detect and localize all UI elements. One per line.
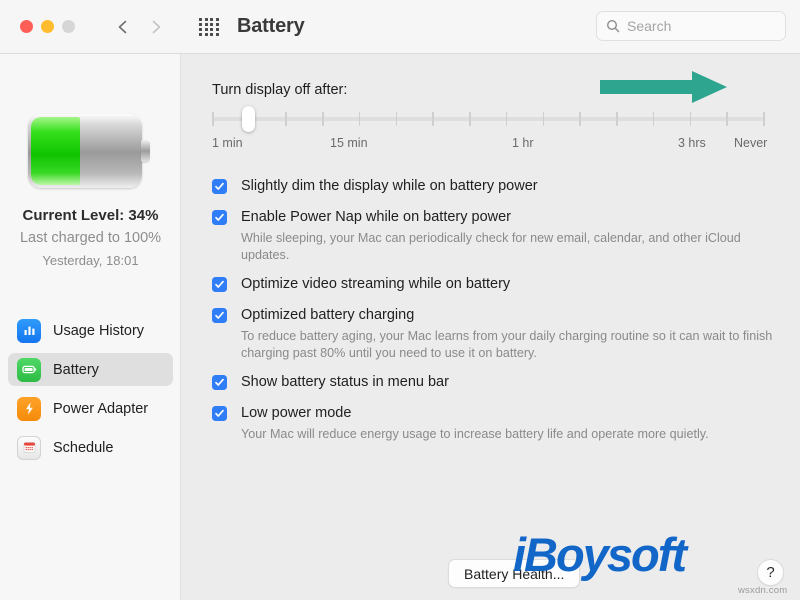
sidebar: Current Level: 34% Last charged to 100% … (0, 54, 181, 600)
display-sleep-slider[interactable] (212, 106, 765, 132)
slider-track[interactable] (212, 117, 763, 121)
slider-tick (763, 112, 765, 126)
schedule-calendar-icon (17, 435, 41, 460)
slider-tick (395, 112, 398, 126)
checkbox-checked-icon[interactable] (212, 375, 227, 390)
checkbox-checked-icon[interactable] (212, 406, 227, 421)
sidebar-item-label: Usage History (53, 322, 145, 339)
usage-history-icon (17, 318, 41, 343)
checkbox-checked-icon[interactable] (212, 179, 227, 194)
checkbox-description: To reduce battery aging, your Mac learns… (241, 329, 773, 360)
slider-tick-label: 3 hrs (678, 136, 706, 150)
chevron-left-icon[interactable] (115, 19, 131, 35)
arrow-annotation-icon (600, 70, 728, 104)
slider-tick (469, 112, 471, 126)
main-content: Turn display off after: Slightly dim the… (182, 54, 800, 600)
watermark-url: wsxdn.com (738, 585, 788, 596)
sidebar-item-label: Battery (53, 361, 99, 378)
slider-tick-label: 15 min (330, 136, 368, 150)
battery-preferences-window: Battery Current Level: 34% Last charged … (0, 0, 800, 600)
sidebar-item-battery[interactable]: Battery (8, 353, 173, 386)
battery-options-list: Slightly dim the display while on batter… (212, 177, 782, 455)
slider-tick (432, 112, 434, 126)
display-sleep-label: Turn display off after: (212, 82, 348, 98)
slider-tick-label: 1 min (212, 136, 243, 150)
close-button[interactable] (20, 20, 33, 33)
checkbox-row[interactable]: Show battery status in menu bar (212, 373, 782, 391)
checkbox-label: Slightly dim the display while on batter… (241, 178, 538, 194)
checkbox-label: Optimized battery charging (241, 307, 415, 323)
search-field[interactable] (596, 11, 786, 41)
window-titlebar: Battery (0, 0, 800, 54)
slider-tick-label: Never (734, 136, 768, 150)
slider-tick-label: 1 hr (512, 136, 534, 150)
checkbox-row[interactable]: Slightly dim the display while on batter… (212, 177, 782, 195)
slider-tick (542, 112, 545, 126)
checkbox-checked-icon[interactable] (212, 277, 227, 292)
zoom-button[interactable] (62, 20, 75, 33)
traffic-light-buttons (20, 20, 75, 33)
sidebar-item-power-adapter[interactable]: Power Adapter (8, 392, 173, 425)
slider-tick (726, 112, 728, 126)
search-input[interactable] (627, 18, 767, 34)
checkbox-label: Show battery status in menu bar (241, 374, 449, 390)
minimize-button[interactable] (41, 20, 54, 33)
checkbox-description: While sleeping, your Mac can periodicall… (241, 231, 741, 262)
battery-icon (17, 357, 41, 382)
slider-tick (322, 112, 324, 126)
chevron-right-icon[interactable] (148, 19, 164, 35)
current-level-text: Current Level: 34% (22, 207, 159, 224)
slider-tick (212, 112, 214, 126)
sidebar-item-label: Power Adapter (53, 400, 149, 417)
navigation-arrows (115, 19, 164, 35)
last-charged-time: Yesterday, 18:01 (42, 253, 139, 268)
checkbox-checked-icon[interactable] (212, 308, 227, 323)
power-adapter-icon (17, 396, 41, 421)
checkbox-row[interactable]: Optimized battery charging (212, 306, 782, 324)
sidebar-nav-list: Usage History Battery Power Adapter Sche… (0, 314, 181, 470)
checkbox-row[interactable]: Low power mode (212, 404, 782, 422)
checkbox-row[interactable]: Enable Power Nap while on battery power (212, 208, 782, 226)
slider-tick (689, 112, 692, 126)
help-button[interactable]: ? (757, 559, 784, 586)
slider-tick (616, 112, 618, 126)
checkbox-label: Enable Power Nap while on battery power (241, 209, 512, 225)
slider-tick (652, 112, 655, 126)
sidebar-item-schedule[interactable]: Schedule (8, 431, 173, 464)
sidebar-item-label: Schedule (53, 439, 114, 456)
battery-health-button[interactable]: Battery Health... (448, 559, 581, 588)
checkbox-row[interactable]: Optimize video streaming while on batter… (212, 275, 782, 293)
slider-tick (285, 112, 287, 126)
slider-thumb[interactable] (242, 106, 256, 132)
search-icon (606, 19, 620, 33)
battery-level-icon (28, 114, 150, 188)
page-title: Battery (237, 15, 305, 37)
checkbox-label: Low power mode (241, 405, 352, 421)
grid-apps-icon[interactable] (198, 16, 220, 38)
checkbox-checked-icon[interactable] (212, 210, 227, 225)
checkbox-description: Your Mac will reduce energy usage to inc… (241, 427, 709, 441)
slider-tick (505, 112, 508, 126)
checkbox-label: Optimize video streaming while on batter… (241, 276, 511, 292)
last-charged-text: Last charged to 100% (19, 230, 162, 246)
slider-tick (358, 112, 361, 126)
slider-tick (579, 112, 581, 126)
sidebar-item-usage-history[interactable]: Usage History (8, 314, 173, 347)
